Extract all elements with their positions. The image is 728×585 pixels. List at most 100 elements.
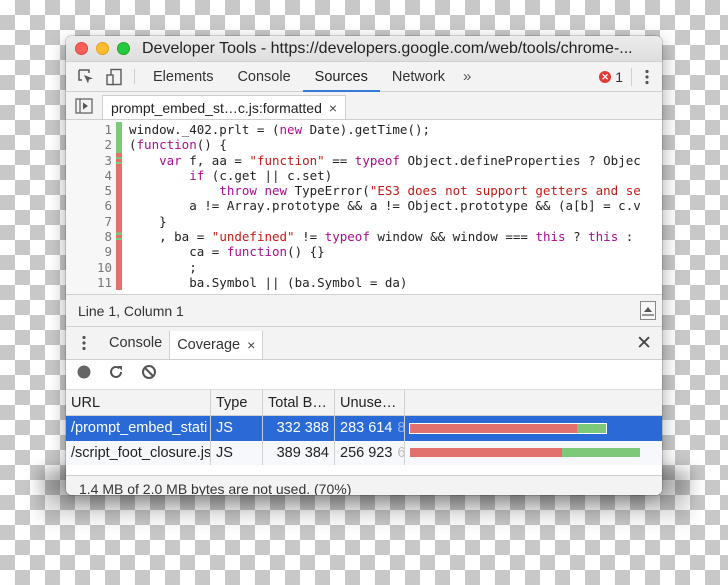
code-line[interactable]: ; [129, 260, 662, 275]
sources-file-tabs: prompt_embed_st…c.js:formatted × [66, 92, 662, 120]
code-keyword: throw new [219, 183, 288, 199]
code-line[interactable]: window._402.prlt = (new Date).getTime(); [129, 122, 662, 137]
code-editor[interactable]: 1 2 3 4 5 6 7 8 9 10 11 window._402.prlt = (new Da… [66, 120, 662, 295]
line-number[interactable]: 5 [66, 183, 116, 198]
column-header-usage-visualization[interactable] [405, 390, 662, 415]
line-number[interactable]: 3 [66, 153, 116, 168]
column-header-total-bytes[interactable]: Total B… [263, 390, 335, 415]
drawer-menu-button[interactable] [66, 327, 102, 359]
close-window-button[interactable] [75, 42, 88, 55]
code-token: (c.get || c.set) [204, 167, 333, 183]
tab-sources[interactable]: Sources [302, 62, 381, 92]
code-line[interactable]: throw new TypeError("ES3 does not suppor… [129, 183, 662, 198]
usage-bar-used [561, 448, 640, 458]
record-icon[interactable] [77, 365, 91, 384]
code-keyword: function [136, 137, 197, 153]
code-line[interactable]: (function() { [129, 137, 662, 152]
tab-network[interactable]: Network [380, 62, 457, 91]
code-content[interactable]: window._402.prlt = (new Date).getTime();… [122, 120, 662, 294]
row-total-bytes: 389 384 [263, 440, 335, 465]
usage-bar-unused [410, 423, 578, 433]
code-line[interactable]: } [129, 214, 662, 229]
device-toolbar-icon[interactable] [100, 62, 128, 91]
code-token: ca = [129, 244, 227, 260]
code-token: TypeError( [287, 183, 370, 199]
code-keyword: this [535, 229, 566, 245]
code-line[interactable]: ba.Symbol || (ba.Symbol = da) [129, 275, 662, 290]
row-unused-bytes-cell: 256 923 6 [335, 440, 405, 465]
minimize-window-button[interactable] [96, 42, 109, 55]
row-usage-bar-cell [405, 416, 662, 441]
drawer-tab-coverage[interactable]: Coverage × [169, 331, 264, 359]
code-keyword: new [279, 122, 303, 137]
close-coverage-tab-icon[interactable]: × [247, 337, 255, 353]
code-token: ( [129, 137, 137, 153]
usage-bar-unused [410, 448, 562, 458]
code-line[interactable]: a != Array.prototype && a != Object.prot… [129, 198, 662, 213]
column-header-type[interactable]: Type [211, 390, 263, 415]
code-token: , ba = [129, 229, 212, 245]
line-number[interactable]: 6 [66, 198, 116, 213]
row-unused-bytes-cell: 283 614 8 [335, 416, 405, 441]
row-unused-percent-truncated: 6 [397, 444, 405, 461]
code-token: ? [565, 229, 589, 245]
row-unused-bytes: 256 923 [340, 444, 393, 461]
tab-elements[interactable]: Elements [141, 62, 225, 91]
code-string: "undefined" [211, 229, 295, 245]
row-unused-percent-truncated: 8 [397, 420, 405, 437]
clear-icon[interactable] [141, 364, 157, 385]
drawer-tab-console[interactable]: Console [102, 327, 169, 359]
table-row[interactable]: /script_foot_closure.js JS 389 384 256 923 6 [66, 440, 662, 466]
drawer-tab-coverage-label: Coverage [177, 337, 241, 353]
close-file-tab-icon[interactable]: × [329, 100, 337, 116]
editor-status-bar: Line 1, Column 1 [66, 295, 662, 327]
row-url: /prompt_embed_stati [66, 416, 211, 441]
line-number[interactable]: 9 [66, 244, 116, 259]
code-keyword: var [159, 152, 182, 168]
column-header-unused-bytes[interactable]: Unuse… [335, 390, 405, 415]
toggle-navigator-button[interactable] [66, 92, 102, 119]
code-line[interactable]: if (c.get || c.set) [129, 168, 662, 183]
tab-console[interactable]: Console [225, 62, 302, 91]
drawer-toggle-icon [642, 306, 654, 316]
line-number[interactable]: 1 [66, 122, 116, 137]
code-token: == [324, 152, 355, 168]
coverage-summary: 1.4 MB of 2.0 MB bytes are not used. (70… [79, 480, 352, 496]
code-token: Object.defineProperties ? Objec [399, 152, 641, 168]
line-number[interactable]: 8 [66, 229, 116, 244]
line-number[interactable]: 10 [66, 260, 116, 275]
usage-bar [410, 448, 640, 458]
reload-icon[interactable] [108, 364, 124, 385]
code-line[interactable]: , ba = "undefined" != typeof window && w… [129, 229, 662, 244]
code-keyword: function [226, 244, 288, 260]
line-number[interactable]: 2 [66, 137, 116, 152]
file-tab-label: prompt_embed_st…c.js:formatted [111, 99, 322, 116]
error-count: 1 [615, 68, 623, 85]
inspect-element-icon[interactable] [72, 62, 100, 91]
code-token: : [618, 229, 634, 245]
coverage-toolbar [66, 360, 662, 390]
coverage-summary-bar: 1.4 MB of 2.0 MB bytes are not used. (70… [66, 475, 662, 495]
row-url: /script_foot_closure.js [66, 440, 211, 465]
file-tab[interactable]: prompt_embed_st…c.js:formatted × [102, 95, 347, 119]
line-number[interactable]: 7 [66, 214, 116, 229]
line-number[interactable]: 4 [66, 168, 116, 183]
line-number[interactable]: 11 [66, 275, 116, 290]
code-token: () {} [287, 244, 325, 260]
column-header-url[interactable]: URL [66, 390, 211, 415]
toggle-drawer-button[interactable] [640, 301, 656, 320]
maximize-window-button[interactable] [117, 42, 130, 55]
more-tabs-button[interactable]: » [457, 62, 477, 91]
code-line[interactable]: var f, aa = "function" == typeof Object.… [129, 153, 662, 168]
table-row[interactable]: /prompt_embed_stati JS 332 388 283 614 8 [66, 416, 662, 441]
row-usage-bar-cell [405, 441, 662, 466]
customize-menu-button[interactable] [632, 69, 662, 85]
code-line[interactable]: ca = function() {} [129, 244, 662, 259]
usage-bar [408, 422, 608, 434]
code-string: "ES3 does not support getters and se [369, 183, 641, 199]
close-drawer-icon[interactable]: ✕ [636, 327, 652, 359]
vertical-dots-icon [645, 69, 649, 84]
error-count-badge[interactable]: ✕ 1 [599, 67, 632, 86]
